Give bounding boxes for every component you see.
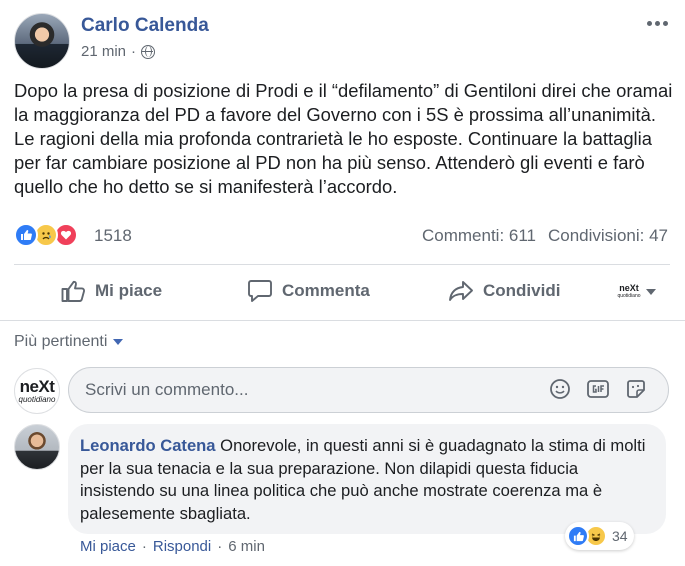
- sticker-icon[interactable]: [624, 377, 648, 401]
- author-name[interactable]: Carlo Calenda: [81, 15, 209, 37]
- post-timestamp[interactable]: 21 min: [81, 43, 126, 60]
- emoji-icon[interactable]: [548, 377, 572, 401]
- composer-icons: [548, 377, 648, 401]
- shares-count[interactable]: Condivisioni: 47: [548, 226, 668, 246]
- globe-icon[interactable]: [141, 44, 156, 59]
- page-logo: neXt quotidiano: [617, 283, 641, 300]
- comment-icon: [248, 280, 272, 302]
- thumbs-up-icon: [61, 280, 86, 302]
- share-button-label: Condividi: [483, 281, 561, 300]
- comment-bubble: Leonardo Catena Onorevole, in questi ann…: [68, 424, 666, 534]
- separator: ·: [217, 538, 223, 555]
- share-button[interactable]: Condividi: [448, 278, 560, 304]
- comment-timestamp[interactable]: 6 min: [228, 538, 265, 555]
- comment-author[interactable]: Leonardo Catena: [80, 436, 216, 455]
- chevron-down-icon: [113, 339, 124, 345]
- reactions-row: 1518 Commenti: 611 Condivisioni: 47: [14, 223, 670, 249]
- author-avatar[interactable]: [14, 13, 70, 69]
- chevron-down-icon: [646, 289, 656, 295]
- post-text: Dopo la presa di posizione di Prodi e il…: [14, 80, 673, 197]
- post-meta: 21 min ·: [81, 43, 156, 60]
- more-options-icon[interactable]: [643, 17, 672, 30]
- like-button-label: Mi piace: [95, 281, 163, 300]
- composer-avatar: neXt quotidiano: [14, 368, 60, 414]
- comment-reactions[interactable]: 34: [565, 522, 634, 550]
- reaction-icons[interactable]: [14, 223, 78, 247]
- sort-label: Più pertinenti: [14, 333, 108, 350]
- like-button[interactable]: Mi piace: [60, 278, 162, 304]
- comment-reply-link[interactable]: Rispondi: [153, 538, 211, 555]
- like-icon: [567, 525, 589, 547]
- comments-count[interactable]: Commenti: 611: [422, 226, 536, 246]
- divider: [14, 264, 670, 265]
- comment-sort-dropdown[interactable]: Più pertinenti: [14, 333, 124, 351]
- like-icon: [14, 223, 38, 247]
- separator: ·: [141, 538, 147, 555]
- post-header: Carlo Calenda 21 min ·: [14, 13, 674, 69]
- comment-like-link[interactable]: Mi piace: [80, 538, 136, 555]
- gif-icon[interactable]: [586, 377, 610, 401]
- dot-separator: ·: [131, 43, 137, 60]
- comment-button-label: Commenta: [282, 281, 370, 300]
- reaction-count[interactable]: 1518: [94, 226, 132, 246]
- comment-reaction-count: 34: [612, 528, 628, 544]
- comment-actions: Mi piace · Rispondi · 6 min: [80, 538, 265, 555]
- commenter-avatar[interactable]: [14, 424, 60, 470]
- comment-button[interactable]: Commenta: [247, 278, 370, 304]
- share-icon: [449, 281, 473, 301]
- page-switcher[interactable]: neXt quotidiano: [617, 280, 656, 304]
- divider: [0, 320, 685, 321]
- action-bar: Mi piace Commenta Condividi neXt quotidi…: [14, 266, 670, 318]
